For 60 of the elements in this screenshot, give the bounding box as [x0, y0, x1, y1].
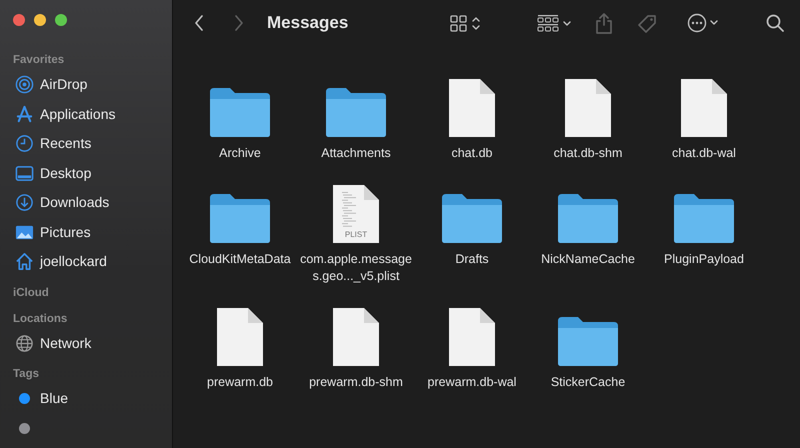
airdrop-icon: [15, 75, 34, 94]
document-icon: [216, 307, 264, 367]
section-heading: Tags: [12, 367, 40, 382]
section-heading: Locations: [12, 312, 68, 326]
sidebar-item[interactable]: Network: [0, 328, 172, 358]
sidebar-item[interactable]: Desktop: [0, 158, 172, 188]
document-icon: [680, 78, 728, 138]
share-icon: [595, 12, 613, 34]
file-item[interactable]: chat.db-shm: [530, 64, 646, 162]
file-item[interactable]: CloudKitMetaData: [182, 170, 298, 285]
file-item[interactable]: prewarm.db: [182, 293, 298, 391]
folder-icon: [672, 192, 736, 244]
sidebar-item[interactable]: Recents: [0, 129, 172, 158]
close-button[interactable]: [13, 14, 25, 26]
sidebar-item[interactable]: Downloads: [0, 188, 172, 218]
sidebar-item[interactable]: Pictures: [0, 218, 172, 247]
sidebar-item[interactable]: joellockard: [0, 247, 172, 276]
document-icon: [332, 307, 380, 367]
folder-icon: [324, 86, 388, 138]
search-icon: [766, 14, 784, 32]
file-item[interactable]: StickerCache: [530, 293, 646, 391]
file-item[interactable]: NickNameCache: [530, 170, 646, 285]
folder-icon: [556, 192, 620, 244]
zoom-button[interactable]: [55, 14, 67, 26]
minimize-button[interactable]: [34, 14, 46, 26]
section-heading: Favorites: [12, 53, 66, 68]
group-icon: [537, 14, 571, 32]
file-item[interactable]: chat.db: [414, 64, 530, 162]
sidebar-item[interactable]: Applications: [0, 100, 172, 129]
tag-icon: [637, 12, 657, 34]
file-item[interactable]: prewarm.db-shm: [298, 293, 414, 391]
file-item[interactable]: chat.db-wal: [646, 64, 762, 162]
file-item[interactable]: PluginPayload: [646, 170, 762, 285]
window-title: Messages: [267, 12, 348, 34]
home-icon: [15, 252, 34, 272]
folder-icon: [440, 192, 504, 244]
file-item[interactable]: Drafts: [414, 170, 530, 285]
more-icon: [687, 13, 718, 33]
file-item[interactable]: Archive: [182, 64, 298, 162]
folder-icon: [208, 86, 272, 138]
document-icon: [564, 78, 612, 138]
sidebar-item[interactable]: Blue: [0, 384, 172, 414]
document-icon: [448, 307, 496, 367]
plist-document-icon: PLIST: [332, 184, 380, 244]
applications-icon: [15, 104, 34, 124]
file-item[interactable]: prewarm.db-wal: [414, 293, 530, 391]
document-icon: [448, 78, 496, 138]
folder-icon: [208, 192, 272, 244]
globe-icon: [15, 334, 34, 353]
sidebar-item[interactable]: AirDrop: [0, 70, 172, 100]
file-item[interactable]: Attachments: [298, 64, 414, 162]
clock-icon: [15, 134, 34, 154]
desktop-icon: [15, 164, 34, 183]
section-heading: iCloud: [12, 286, 50, 300]
folder-icon: [556, 315, 620, 367]
file-item[interactable]: PLIST com.apple.messages.geo..._v5.plist: [298, 170, 414, 285]
download-icon: [15, 193, 34, 212]
chevron-right-icon: [233, 14, 245, 32]
grid-view-icon: [450, 14, 481, 32]
chevron-left-icon: [193, 14, 205, 32]
